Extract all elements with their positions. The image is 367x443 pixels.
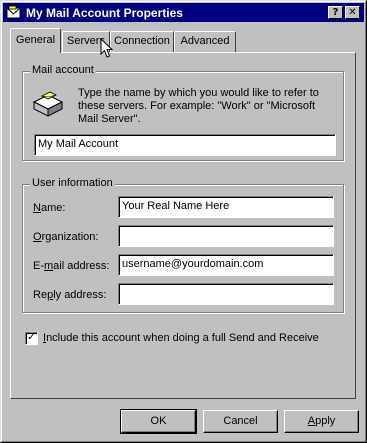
organization-label: Organization:	[33, 231, 99, 243]
organization-field[interactable]	[118, 225, 334, 247]
tab-panel-general: Mail account Type the name by which you …	[10, 52, 356, 399]
email-address-field[interactable]: username@yourdomain.com	[118, 254, 334, 276]
mouse-pointer-icon	[100, 38, 113, 58]
user-information-group: User information Name: Your Real Name He…	[22, 177, 344, 313]
email-address-label: E-mail address:	[33, 260, 110, 272]
window-title: My Mail Account Properties	[26, 6, 183, 20]
include-send-receive-checkbox[interactable]: ✓	[25, 332, 38, 345]
mail-account-description: Type the name by which you would like to…	[78, 87, 319, 125]
apply-button[interactable]: Apply	[284, 410, 359, 433]
mail-account-group-label: Mail account	[30, 64, 96, 76]
mail-account-name-value: My Mail Account	[38, 138, 119, 150]
mail-account-icon	[6, 5, 21, 19]
reply-address-label: Reply address:	[33, 289, 107, 301]
name-label: Name:	[33, 202, 66, 214]
cancel-button[interactable]: Cancel	[203, 410, 278, 433]
tab-label: Advanced	[180, 35, 230, 47]
include-send-receive-label[interactable]: Include this account when doing a full S…	[43, 332, 319, 344]
tab-general[interactable]: General	[10, 28, 61, 53]
help-button[interactable]: ?	[328, 6, 343, 19]
user-information-group-label: User information	[30, 177, 115, 189]
email-address-value: username@yourdomain.com	[122, 258, 264, 270]
tab-label: General	[15, 34, 56, 46]
tab-label: Connection	[114, 35, 170, 47]
ok-button[interactable]: OK	[120, 409, 197, 434]
properties-dialog: My Mail Account Properties ? ✕ General S…	[0, 0, 367, 443]
tab-connection[interactable]: Connection	[110, 31, 174, 52]
mail-account-name-field[interactable]: My Mail Account	[34, 134, 336, 156]
mail-account-group: Mail account Type the name by which you …	[22, 64, 344, 161]
tab-advanced[interactable]: Advanced	[174, 31, 236, 52]
name-field[interactable]: Your Real Name Here	[118, 196, 334, 218]
reply-address-field[interactable]	[118, 283, 334, 305]
mail-servers-icon	[32, 91, 64, 117]
close-button[interactable]: ✕	[345, 6, 360, 19]
title-bar[interactable]: My Mail Account Properties ? ✕	[3, 3, 364, 22]
name-value: Your Real Name Here	[122, 200, 230, 212]
